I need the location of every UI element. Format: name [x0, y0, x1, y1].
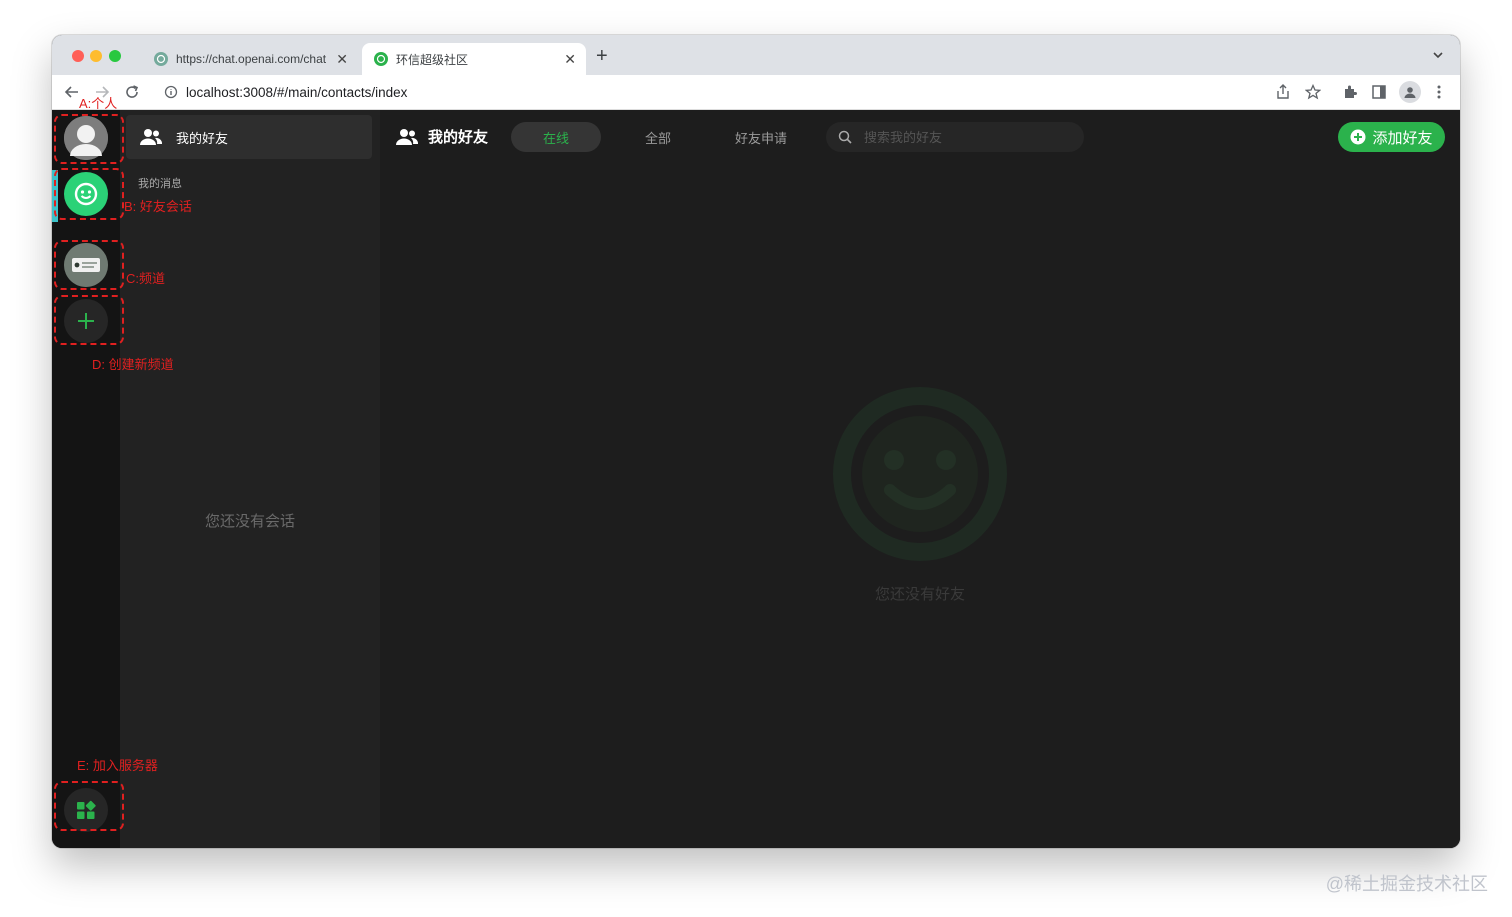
no-conversations-text: 您还没有会话 — [204, 513, 295, 530]
my-friends-label: 我的好友 — [176, 130, 229, 146]
bookmark-star-icon[interactable] — [1304, 83, 1322, 101]
empty-smile-illustration-icon — [833, 387, 1007, 561]
annotation-box-e — [54, 781, 124, 831]
annotation-label-a: A:个人 — [79, 96, 118, 111]
annotation-label-e: E: 加入服务器 — [77, 758, 158, 773]
messages-section-title: 我的消息 — [138, 178, 182, 190]
my-friends-entry[interactable]: 我的好友 — [126, 115, 372, 159]
annotation-box-c — [54, 240, 124, 290]
reload-icon[interactable] — [122, 82, 142, 102]
search-icon — [838, 130, 852, 144]
annotation-box-b — [54, 168, 124, 220]
filter-all[interactable]: 全部 — [616, 122, 700, 152]
openai-icon — [154, 52, 168, 66]
tab-community[interactable]: 环信超级社区 ✕ — [362, 43, 586, 75]
empty-state: 您还没有好友 — [828, 380, 1012, 604]
search-input[interactable] — [862, 128, 1066, 146]
add-friend-label: 添加好友 — [1372, 129, 1433, 147]
plus-circle-icon — [1350, 129, 1366, 145]
conversation-sidebar: 我的好友 我的消息 您还没有会话 — [120, 110, 380, 848]
site-info-icon[interactable] — [164, 85, 178, 99]
no-friends-text: 您还没有好友 — [874, 586, 965, 603]
close-tab-icon[interactable]: ✕ — [336, 51, 348, 68]
filter-online[interactable]: 在线 — [511, 122, 601, 152]
tab-chatgpt[interactable]: https://chat.openai.com/chat ✕ — [142, 43, 358, 75]
annotation-label-d: D: 创建新频道 — [92, 357, 174, 372]
annotation-label-c: C:频道 — [126, 271, 166, 286]
close-tab-icon[interactable]: ✕ — [564, 51, 576, 68]
address-bar[interactable]: localhost:3008/#/main/contacts/index — [152, 79, 1332, 105]
community-logo-icon — [374, 52, 388, 66]
extensions-puzzle-icon[interactable] — [1341, 83, 1359, 101]
tab-strip: https://chat.openai.com/chat ✕ 环信超级社区 ✕ … — [52, 35, 1460, 75]
profile-avatar-icon[interactable] — [1399, 81, 1421, 103]
friend-search — [826, 122, 1084, 152]
friends-icon — [140, 129, 162, 145]
filter-requests[interactable]: 好友申请 — [716, 122, 806, 152]
friends-icon — [396, 128, 418, 145]
close-window-button[interactable] — [72, 50, 84, 62]
add-friend-button[interactable]: 添加好友 — [1338, 122, 1445, 152]
annotation-box-a — [54, 114, 124, 164]
friends-panel: 我的好友 在线 全部 好友申请 添加好友 — [380, 110, 1460, 848]
annotation-box-d — [54, 295, 124, 345]
watermark: @稀土掘金技术社区 — [1325, 874, 1488, 894]
tab-title: https://chat.openai.com/chat — [176, 52, 327, 66]
tab-title: 环信超级社区 — [396, 52, 469, 67]
maximize-window-button[interactable] — [109, 50, 121, 62]
page-title: 我的好友 — [428, 129, 489, 146]
friends-panel-header: 我的好友 — [396, 126, 488, 147]
tab-search-chevron-icon[interactable] — [1432, 49, 1444, 61]
new-tab-icon[interactable]: + — [596, 45, 608, 68]
minimize-window-button[interactable] — [90, 50, 102, 62]
url-text: localhost:3008/#/main/contacts/index — [186, 84, 408, 100]
app-root: 我的好友 我的消息 您还没有会话 我的好友 在线 全部 好友申请 搜索我的好友 … — [52, 110, 1460, 848]
server-rail — [52, 110, 120, 848]
browser-menu-icon[interactable] — [1430, 83, 1448, 101]
browser-window: https://chat.openai.com/chat ✕ 环信超级社区 ✕ … — [52, 35, 1460, 848]
browser-toolbar: localhost:3008/#/main/contacts/index — [52, 75, 1460, 110]
side-panel-icon[interactable] — [1370, 83, 1388, 101]
annotation-label-b: B: 好友会话 — [124, 199, 192, 214]
share-icon[interactable] — [1274, 83, 1292, 101]
